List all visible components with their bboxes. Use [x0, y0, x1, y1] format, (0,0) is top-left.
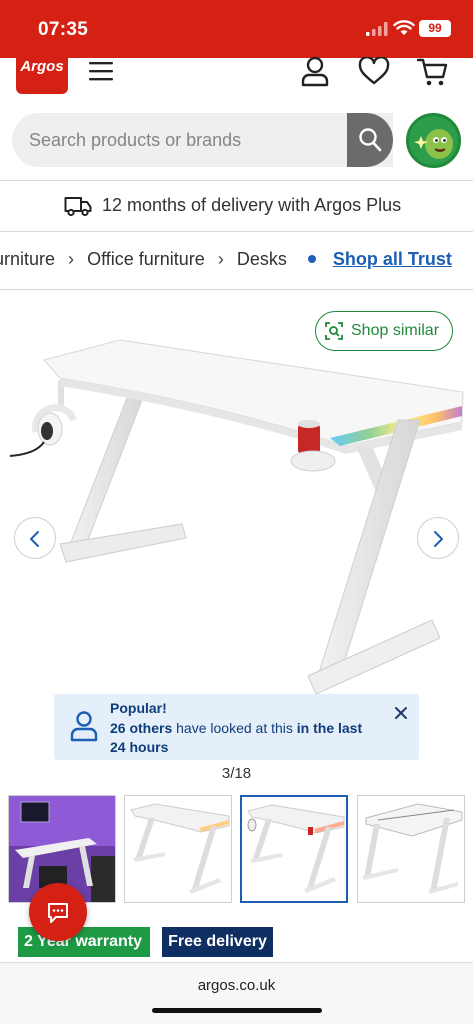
person-icon [70, 711, 98, 742]
thumbnail-image [242, 797, 346, 901]
signal-icon [366, 22, 388, 36]
popular-title: Popular! [110, 700, 167, 716]
popular-notice: Popular! 26 others have looked at this i… [54, 694, 419, 760]
chat-button[interactable] [29, 883, 87, 941]
thumbnail-image [358, 796, 464, 902]
delivery-banner[interactable]: 12 months of delivery with Argos Plus [0, 183, 473, 229]
basket-icon[interactable] [416, 55, 448, 87]
free-delivery-badge: Free delivery [162, 927, 273, 957]
breadcrumb-item-office-furniture[interactable]: Office furniture [87, 249, 205, 270]
close-icon[interactable] [393, 705, 409, 721]
search-bar [12, 113, 393, 167]
image-counter: 3/18 [221, 765, 252, 782]
status-time: 07:35 [38, 19, 89, 40]
header-divider [0, 180, 473, 181]
search-input[interactable] [12, 113, 347, 167]
browser-url-bar[interactable]: argos.co.uk [0, 962, 473, 1024]
popular-time-text: in the last [296, 720, 363, 736]
breadcrumb-divider [0, 289, 473, 290]
banner-divider [0, 231, 473, 232]
url-text: argos.co.uk [197, 977, 276, 994]
chevron-left-icon [30, 531, 39, 547]
shop-all-brand-link[interactable]: Shop all Trust [333, 249, 452, 270]
bullet-dot-icon [307, 255, 316, 264]
product-image[interactable] [0, 296, 473, 696]
search-button[interactable] [347, 113, 393, 167]
breadcrumb-item-furniture[interactable]: urniture [0, 249, 55, 270]
thumbnail-4[interactable] [357, 795, 465, 903]
delivery-van-icon [64, 197, 92, 217]
previous-image-button[interactable] [14, 517, 56, 559]
next-image-button[interactable] [417, 517, 459, 559]
delivery-text: 12 months of delivery with Argos Plus [102, 195, 402, 215]
search-icon [359, 128, 382, 152]
battery-indicator: 99 [419, 20, 451, 37]
home-indicator [152, 1008, 322, 1013]
gaming-desk-image [9, 339, 464, 695]
visual-search-icon [325, 322, 343, 340]
popular-message: 26 others have looked at this in the las… [110, 720, 362, 736]
heart-icon[interactable] [358, 57, 390, 85]
thumbnail-3[interactable] [240, 795, 348, 903]
thumbnail-2[interactable] [124, 795, 232, 903]
shop-similar-button[interactable]: Shop similar [315, 311, 453, 351]
shop-similar-label: Shop similar [351, 322, 440, 339]
popular-middle-text: have looked at this [172, 720, 297, 736]
breadcrumb-item-desks[interactable]: Desks [237, 249, 287, 270]
chevron-right-icon: › [68, 248, 75, 269]
argos-logo[interactable]: Argos [16, 52, 68, 94]
assistant-avatar[interactable] [406, 113, 461, 168]
menu-icon[interactable] [89, 60, 113, 82]
chevron-right-icon [434, 531, 443, 547]
breadcrumb: urniture › Office furniture › Desks Shop… [0, 248, 473, 274]
popular-count: 26 others [110, 720, 173, 736]
popular-time-text-2: 24 hours [110, 739, 169, 755]
account-icon[interactable] [300, 55, 330, 87]
thumbnail-image [125, 796, 231, 902]
chevron-right-icon: › [217, 248, 224, 269]
mascot-icon [409, 116, 458, 165]
status-bar: 07:35 99 [0, 0, 473, 58]
chat-bubble-icon [48, 903, 68, 923]
wifi-icon [393, 20, 415, 35]
